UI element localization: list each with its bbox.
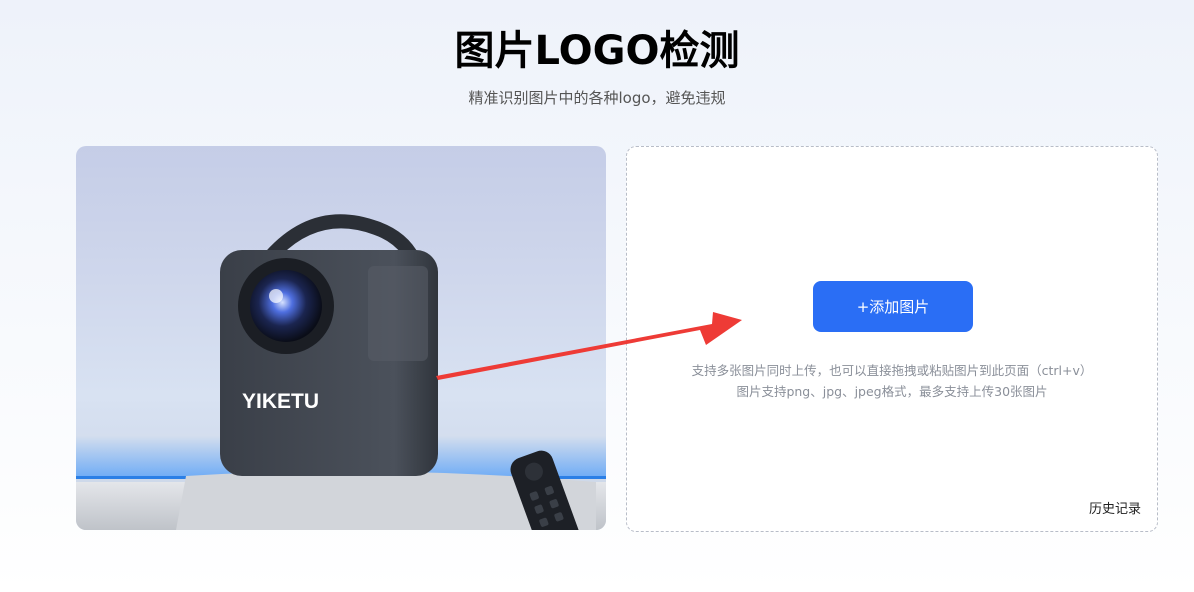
upload-hint-text: 支持多张图片同时上传，也可以直接拖拽或粘贴图片到此页面（ctrl+v） [691,363,1093,378]
add-image-button[interactable]: +添加图片 [813,281,973,332]
upload-drop-zone[interactable]: +添加图片 支持多张图片同时上传，也可以直接拖拽或粘贴图片到此页面（ctrl+v… [626,146,1158,532]
sample-image-preview: YIKETU [76,146,606,530]
format-hint-text: 图片支持png、jpg、jpeg格式，最多支持上传30张图片 [736,384,1048,399]
page-title: 图片LOGO检测 [454,28,740,74]
projector-illustration: YIKETU [76,214,606,530]
page-subtitle: 精准识别图片中的各种logo，避免违规 [468,89,726,107]
history-link[interactable]: 历史记录 [1089,498,1141,517]
brand-logo-text: YIKETU [242,390,319,413]
